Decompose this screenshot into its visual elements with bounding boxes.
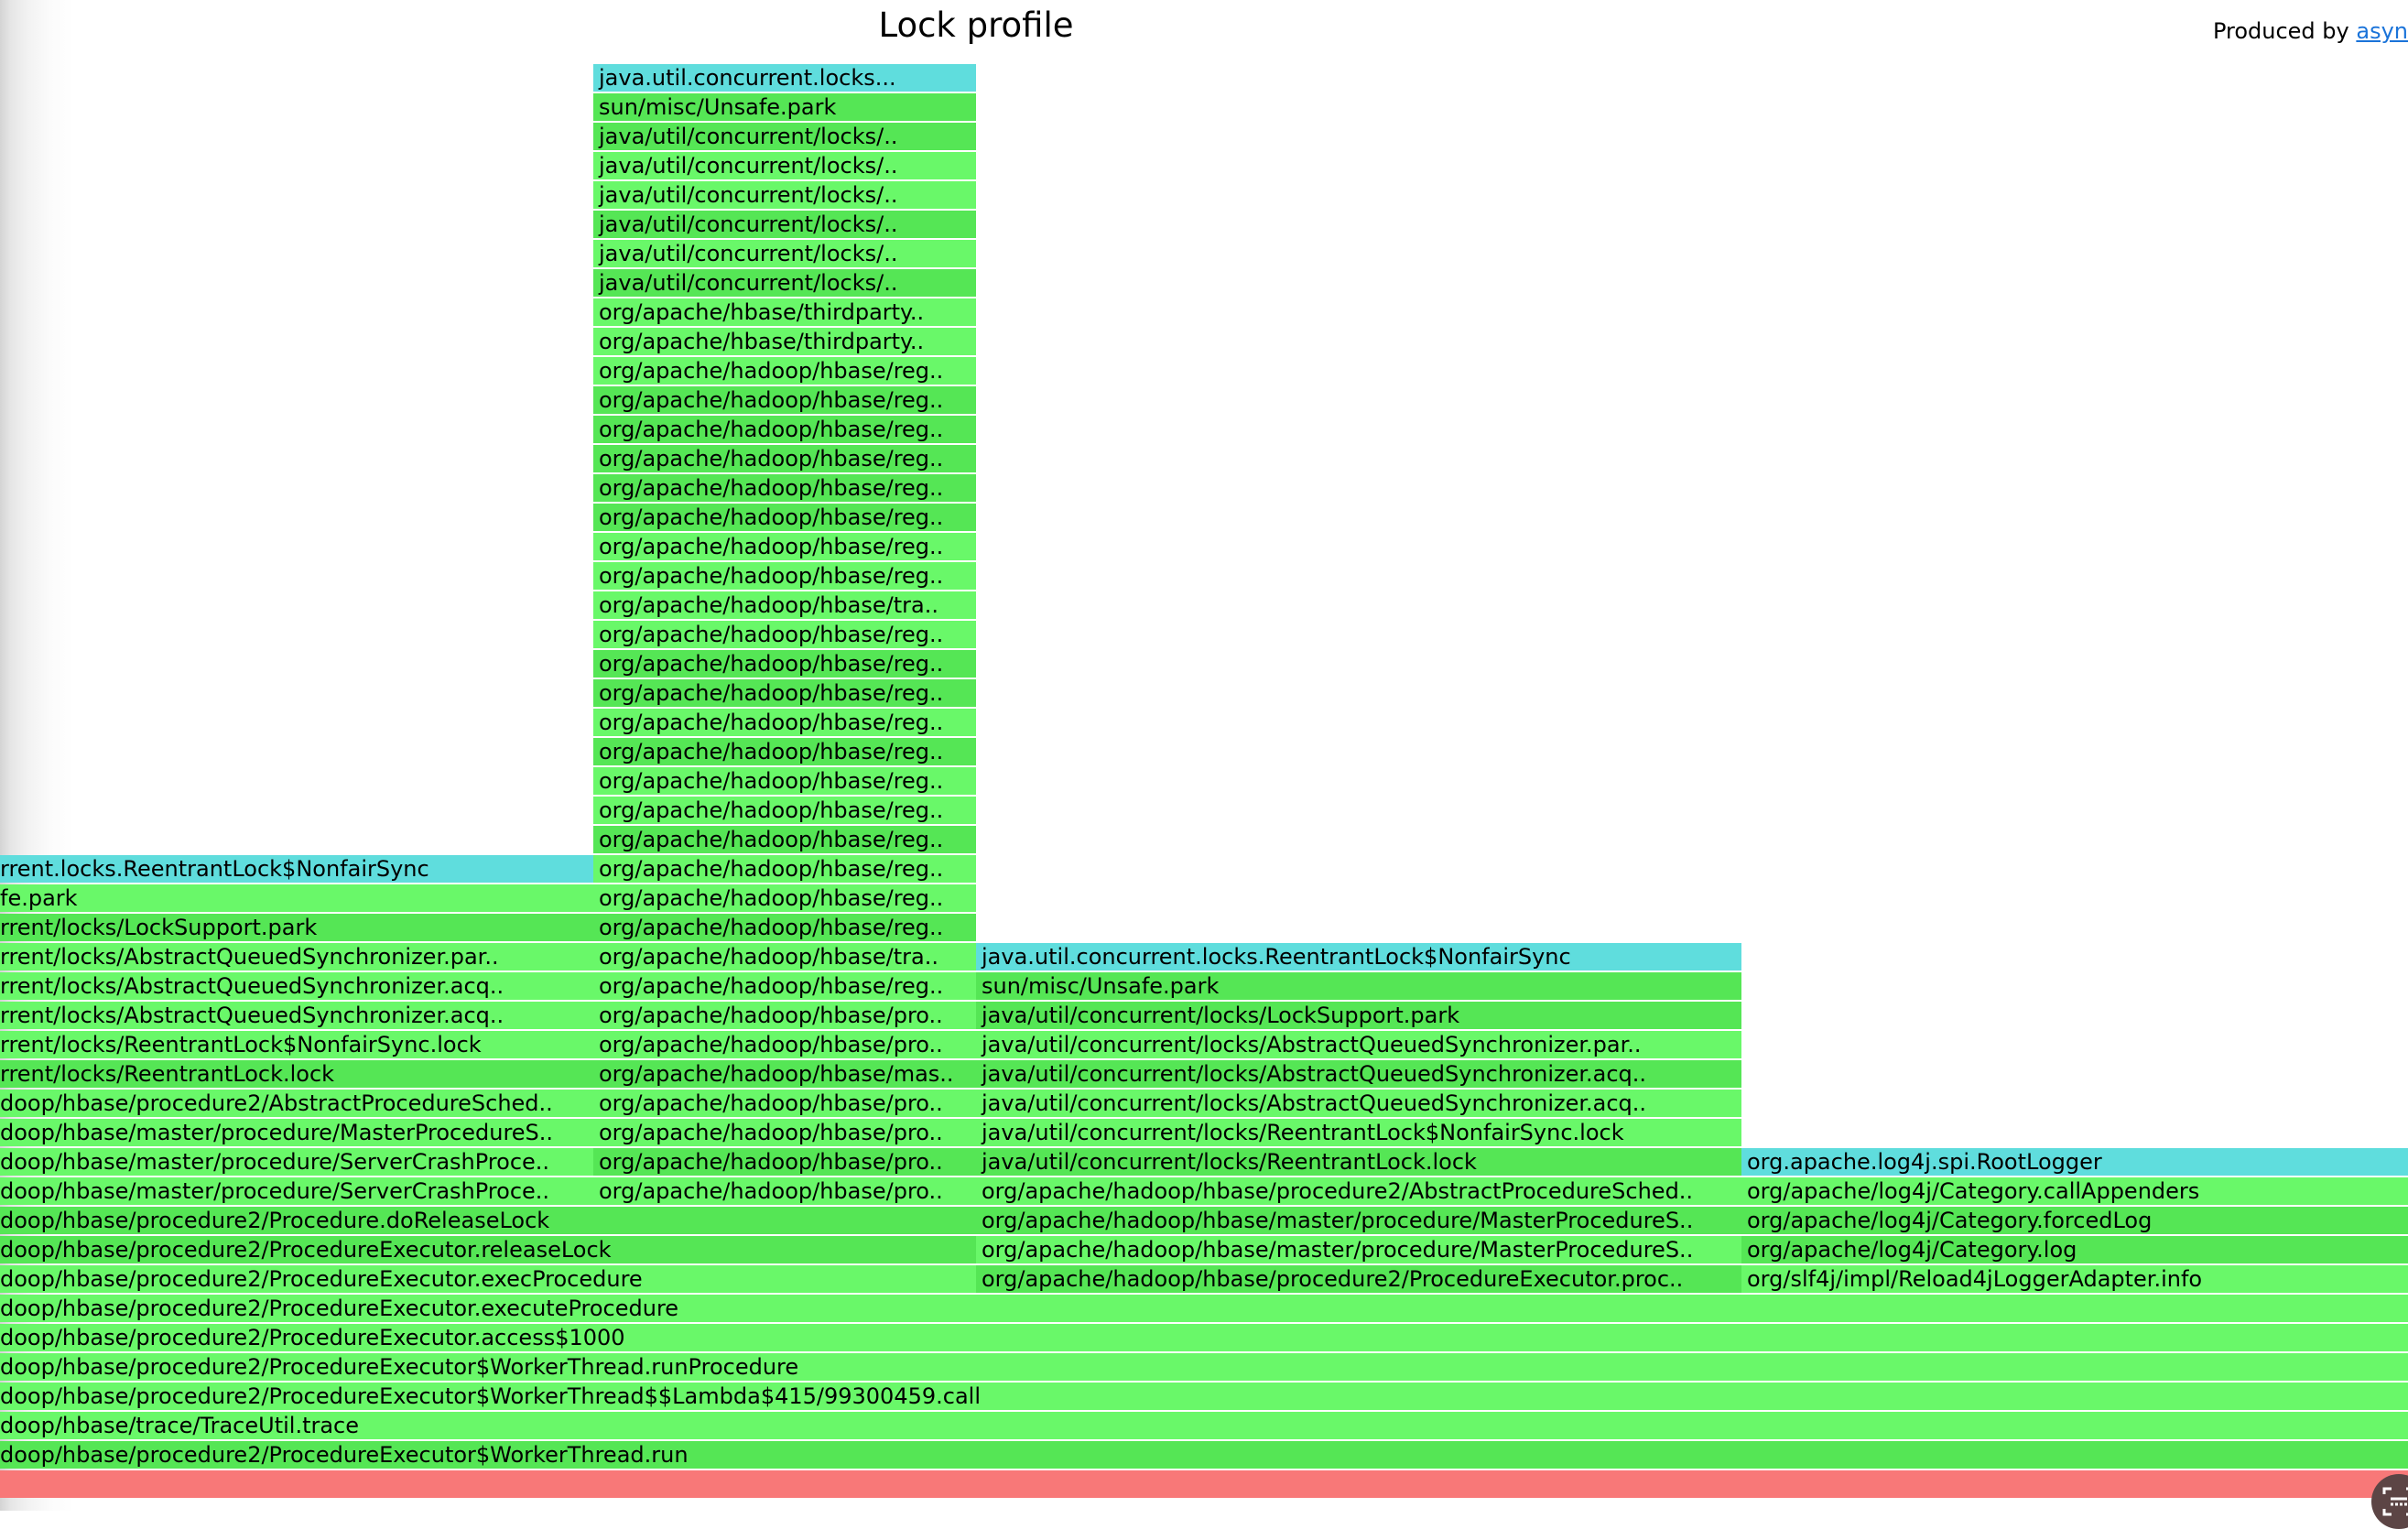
page-title: Lock profile xyxy=(878,5,1074,45)
flame-frame[interactable]: org/apache/hadoop/hbase/pro.. xyxy=(593,1177,976,1205)
flame-frame[interactable]: org/apache/hadoop/hbase/pro.. xyxy=(593,1090,976,1117)
flame-frame[interactable]: java/util/concurrent/locks/.. xyxy=(593,181,976,209)
flame-frame[interactable]: java/util/concurrent/locks/ReentrantLock… xyxy=(976,1148,1741,1176)
scan-icon xyxy=(2382,1487,2408,1516)
flame-frame[interactable]: org/apache/log4j/Category.forcedLog xyxy=(1741,1207,2408,1234)
flame-frame[interactable]: org/apache/hbase/thirdparty.. xyxy=(593,328,976,355)
flame-frame[interactable]: doop/hbase/master/procedure/MasterProced… xyxy=(0,1119,593,1146)
flame-frame[interactable]: doop/hbase/procedure2/ProcedureExecutor.… xyxy=(0,1265,976,1293)
flame-frame[interactable]: java.util.concurrent.locks... xyxy=(593,64,976,92)
flame-frame[interactable]: java/util/concurrent/locks/.. xyxy=(593,269,976,297)
flame-frame[interactable]: java/util/concurrent/locks/ReentrantLock… xyxy=(976,1119,1741,1146)
flame-frame[interactable]: org/apache/log4j/Category.callAppenders xyxy=(1741,1177,2408,1205)
flame-frame[interactable]: org/apache/hadoop/hbase/reg.. xyxy=(593,416,976,443)
flame-frame[interactable]: org/apache/hadoop/hbase/reg.. xyxy=(593,445,976,472)
flame-frame[interactable]: sun/misc/Unsafe.park xyxy=(593,93,976,121)
flame-frame[interactable]: org/apache/hadoop/hbase/reg.. xyxy=(593,650,976,678)
flame-frame[interactable]: doop/hbase/master/procedure/ServerCrashP… xyxy=(0,1177,593,1205)
flame-frame[interactable]: org/apache/hadoop/hbase/pro.. xyxy=(593,1148,976,1176)
flame-frame[interactable]: doop/hbase/master/procedure/ServerCrashP… xyxy=(0,1148,593,1176)
produced-by: Produced by asyn xyxy=(2213,18,2408,44)
flame-frame[interactable]: org/apache/hadoop/hbase/tra.. xyxy=(593,591,976,619)
flame-frame[interactable]: org/apache/hadoop/hbase/procedure2/Abstr… xyxy=(976,1177,1741,1205)
flame-frame[interactable]: rrent.locks.ReentrantLock$NonfairSync xyxy=(0,855,593,883)
flame-frame[interactable]: org/slf4j/impl/Reload4jLoggerAdapter.inf… xyxy=(1741,1265,2408,1293)
flame-frame[interactable]: doop/hbase/procedure2/ProcedureExecutor.… xyxy=(0,1295,2408,1322)
flame-frame[interactable]: org/apache/hadoop/hbase/pro.. xyxy=(593,1031,976,1058)
flame-frame[interactable]: org/apache/hadoop/hbase/reg.. xyxy=(593,474,976,502)
flame-frame[interactable]: fe.park xyxy=(0,884,593,912)
flame-frame[interactable]: rrent/locks/AbstractQueuedSynchronizer.a… xyxy=(0,972,593,1000)
flame-root-frame[interactable] xyxy=(0,1470,2408,1498)
flame-graph: doop/hbase/procedure2/ProcedureExecutor$… xyxy=(0,0,2408,1511)
flame-frame[interactable]: sun/misc/Unsafe.park xyxy=(976,972,1741,1000)
flame-frame[interactable]: org/apache/hadoop/hbase/reg.. xyxy=(593,504,976,531)
flame-frame[interactable]: org/apache/hadoop/hbase/reg.. xyxy=(593,562,976,590)
flame-frame[interactable]: java/util/concurrent/locks/AbstractQueue… xyxy=(976,1090,1741,1117)
flame-frame[interactable]: org/apache/hadoop/hbase/reg.. xyxy=(593,914,976,941)
flame-frame[interactable]: java/util/concurrent/locks/AbstractQueue… xyxy=(976,1060,1741,1088)
flame-frame[interactable]: org/apache/hadoop/hbase/master/procedure… xyxy=(976,1236,1741,1263)
flame-frame[interactable]: org/apache/hadoop/hbase/master/procedure… xyxy=(976,1207,1741,1234)
produced-by-label: Produced by xyxy=(2212,18,2357,44)
flame-frame[interactable]: rrent/locks/LockSupport.park xyxy=(0,914,593,941)
async-profiler-link[interactable]: asyn xyxy=(2356,18,2408,44)
flame-frame[interactable]: org/apache/hadoop/hbase/tra.. xyxy=(593,943,976,971)
flame-frame[interactable]: rrent/locks/ReentrantLock.lock xyxy=(0,1060,593,1088)
flame-frame[interactable]: org/apache/hadoop/hbase/reg.. xyxy=(593,679,976,707)
flame-frame[interactable]: rrent/locks/AbstractQueuedSynchronizer.p… xyxy=(0,943,593,971)
flame-frame[interactable]: java/util/concurrent/locks/.. xyxy=(593,240,976,267)
flame-frame[interactable]: org/apache/hadoop/hbase/reg.. xyxy=(593,709,976,736)
flame-frame[interactable]: doop/hbase/procedure2/AbstractProcedureS… xyxy=(0,1090,593,1117)
flame-frame[interactable]: doop/hbase/procedure2/ProcedureExecutor.… xyxy=(0,1236,976,1263)
flame-frame[interactable]: org/apache/hadoop/hbase/reg.. xyxy=(593,621,976,648)
flame-frame[interactable]: org/apache/log4j/Category.log xyxy=(1741,1236,2408,1263)
flame-frame[interactable]: org/apache/hadoop/hbase/reg.. xyxy=(593,386,976,414)
flame-frame[interactable]: doop/hbase/trace/TraceUtil.trace xyxy=(0,1412,2408,1439)
flame-frame[interactable]: org/apache/hadoop/hbase/reg.. xyxy=(593,972,976,1000)
flame-frame[interactable]: java/util/concurrent/locks/.. xyxy=(593,123,976,150)
flame-frame[interactable]: doop/hbase/procedure2/ProcedureExecutor.… xyxy=(0,1324,2408,1351)
flame-frame[interactable]: rrent/locks/ReentrantLock$NonfairSync.lo… xyxy=(0,1031,593,1058)
flame-frame[interactable]: doop/hbase/procedure2/ProcedureExecutor$… xyxy=(0,1441,2408,1469)
flame-frame[interactable]: org.apache.log4j.spi.RootLogger xyxy=(1741,1148,2408,1176)
flame-frame[interactable]: org/apache/hadoop/hbase/reg.. xyxy=(593,767,976,795)
flame-frame[interactable]: org/apache/hadoop/hbase/reg.. xyxy=(593,357,976,385)
flame-frame[interactable]: org/apache/hbase/thirdparty.. xyxy=(593,298,976,326)
flame-frame[interactable]: org/apache/hadoop/hbase/pro.. xyxy=(593,1119,976,1146)
flame-frame[interactable]: doop/hbase/procedure2/ProcedureExecutor$… xyxy=(0,1383,2408,1410)
flame-frame[interactable]: org/apache/hadoop/hbase/procedure2/Proce… xyxy=(976,1265,1741,1293)
flame-frame[interactable]: org/apache/hadoop/hbase/reg.. xyxy=(593,826,976,853)
flame-frame[interactable]: org/apache/hadoop/hbase/reg.. xyxy=(593,533,976,560)
flame-frame[interactable]: java/util/concurrent/locks/.. xyxy=(593,152,976,179)
flame-frame[interactable]: doop/hbase/procedure2/ProcedureExecutor$… xyxy=(0,1353,2408,1381)
flame-frame[interactable]: java/util/concurrent/locks/LockSupport.p… xyxy=(976,1002,1741,1029)
flame-frame[interactable]: java/util/concurrent/locks/.. xyxy=(593,211,976,238)
flame-frame[interactable]: org/apache/hadoop/hbase/pro.. xyxy=(593,1002,976,1029)
flame-frame[interactable]: org/apache/hadoop/hbase/reg.. xyxy=(593,797,976,824)
flame-frame[interactable]: org/apache/hadoop/hbase/mas.. xyxy=(593,1060,976,1088)
flame-frame[interactable]: rrent/locks/AbstractQueuedSynchronizer.a… xyxy=(0,1002,593,1029)
flame-frame[interactable]: doop/hbase/procedure2/Procedure.doReleas… xyxy=(0,1207,976,1234)
flame-frame[interactable]: org/apache/hadoop/hbase/reg.. xyxy=(593,738,976,765)
flame-frame[interactable]: java.util.concurrent.locks.ReentrantLock… xyxy=(976,943,1741,971)
flame-frame[interactable]: org/apache/hadoop/hbase/reg.. xyxy=(593,884,976,912)
flame-frame[interactable]: java/util/concurrent/locks/AbstractQueue… xyxy=(976,1031,1741,1058)
flame-frame[interactable]: org/apache/hadoop/hbase/reg.. xyxy=(593,855,976,883)
